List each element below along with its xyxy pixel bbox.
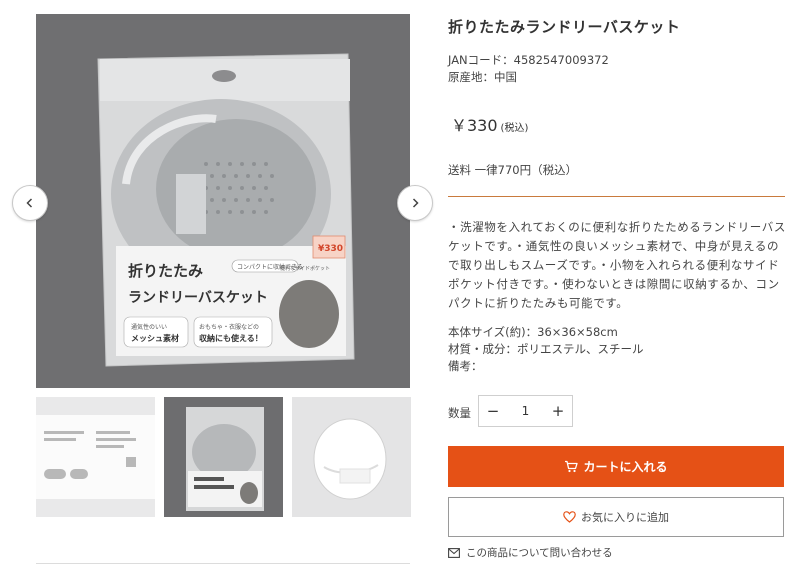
jan-code: JANコード：4582547009372 <box>448 53 609 67</box>
product-inquiry-link[interactable]: この商品について問い合わせる <box>448 545 613 560</box>
gallery-divider <box>36 563 410 564</box>
thumbnail-back-label-image <box>36 415 155 499</box>
thumbnail-strip <box>36 397 411 517</box>
product-description: ・洗濯物を入れておくのに便利な折りたためるランドリーバスケットです。・通気性の良… <box>448 220 786 310</box>
price-tax-note: (税込) <box>500 123 529 134</box>
shipping-fee: 送料 一律770円（税込） <box>448 163 578 177</box>
add-to-favorites-button[interactable]: お気に入りに追加 <box>448 497 784 537</box>
quantity-label: 数量 <box>448 406 471 420</box>
heart-icon <box>563 511 576 523</box>
svg-text:便利なサイドポケット: 便利なサイドポケット <box>280 265 330 272</box>
quantity-increase-button[interactable]: + <box>544 396 572 426</box>
quantity-decrease-button[interactable]: − <box>479 396 507 426</box>
chevron-left-icon <box>26 198 33 208</box>
thumbnail-package-front-image <box>186 407 264 511</box>
spec-note: 備考： <box>448 359 483 373</box>
quantity-input[interactable]: 1 <box>507 404 544 418</box>
thumbnail-package-front[interactable] <box>164 397 283 517</box>
cart-icon <box>565 460 579 473</box>
price-value: ￥330 <box>451 116 498 135</box>
chevron-right-icon <box>412 198 419 208</box>
mail-icon <box>448 547 460 558</box>
spec-material: 材質・成分：ポリエステル、スチール <box>448 342 644 356</box>
thumbnail-back-label[interactable] <box>36 397 155 517</box>
add-to-cart-button[interactable]: カートに入れる <box>448 446 784 487</box>
svg-text:ランドリーバスケット: ランドリーバスケット <box>128 290 268 306</box>
previous-image-button[interactable] <box>12 185 48 221</box>
product-inquiry-label: この商品について問い合わせる <box>466 547 613 559</box>
add-to-favorites-label: お気に入りに追加 <box>581 511 669 524</box>
section-divider <box>448 196 785 197</box>
price: ￥330 (税込) <box>451 112 528 136</box>
add-to-cart-label: カートに入れる <box>583 460 668 474</box>
thumbnail-basket-open[interactable] <box>292 397 411 517</box>
svg-text:¥330: ¥330 <box>318 244 343 254</box>
quantity-stepper: − 1 + <box>478 395 573 427</box>
product-package-illustration: 折りたたみ ランドリーバスケット コンパクトに収納できる 通気性のいい メッシュ… <box>97 53 355 367</box>
svg-text:通気性のいい: 通気性のいい <box>131 323 167 331</box>
product-title: 折りたたみランドリーバスケット <box>448 18 681 36</box>
thumbnail-basket-open-image <box>313 418 387 500</box>
svg-text:収納にも使える！: 収納にも使える！ <box>199 333 263 343</box>
country-of-origin: 原産地：中国 <box>448 70 517 84</box>
svg-text:メッシュ素材: メッシュ素材 <box>131 333 179 343</box>
next-image-button[interactable] <box>397 185 433 221</box>
spec-size: 本体サイズ(約)：36×36×58cm <box>448 325 618 339</box>
svg-text:折りたたみ: 折りたたみ <box>128 262 203 280</box>
main-product-image: 折りたたみ ランドリーバスケット コンパクトに収納できる 通気性のいい メッシュ… <box>36 14 410 388</box>
svg-text:おもちゃ・衣服などの: おもちゃ・衣服などの <box>199 323 259 331</box>
